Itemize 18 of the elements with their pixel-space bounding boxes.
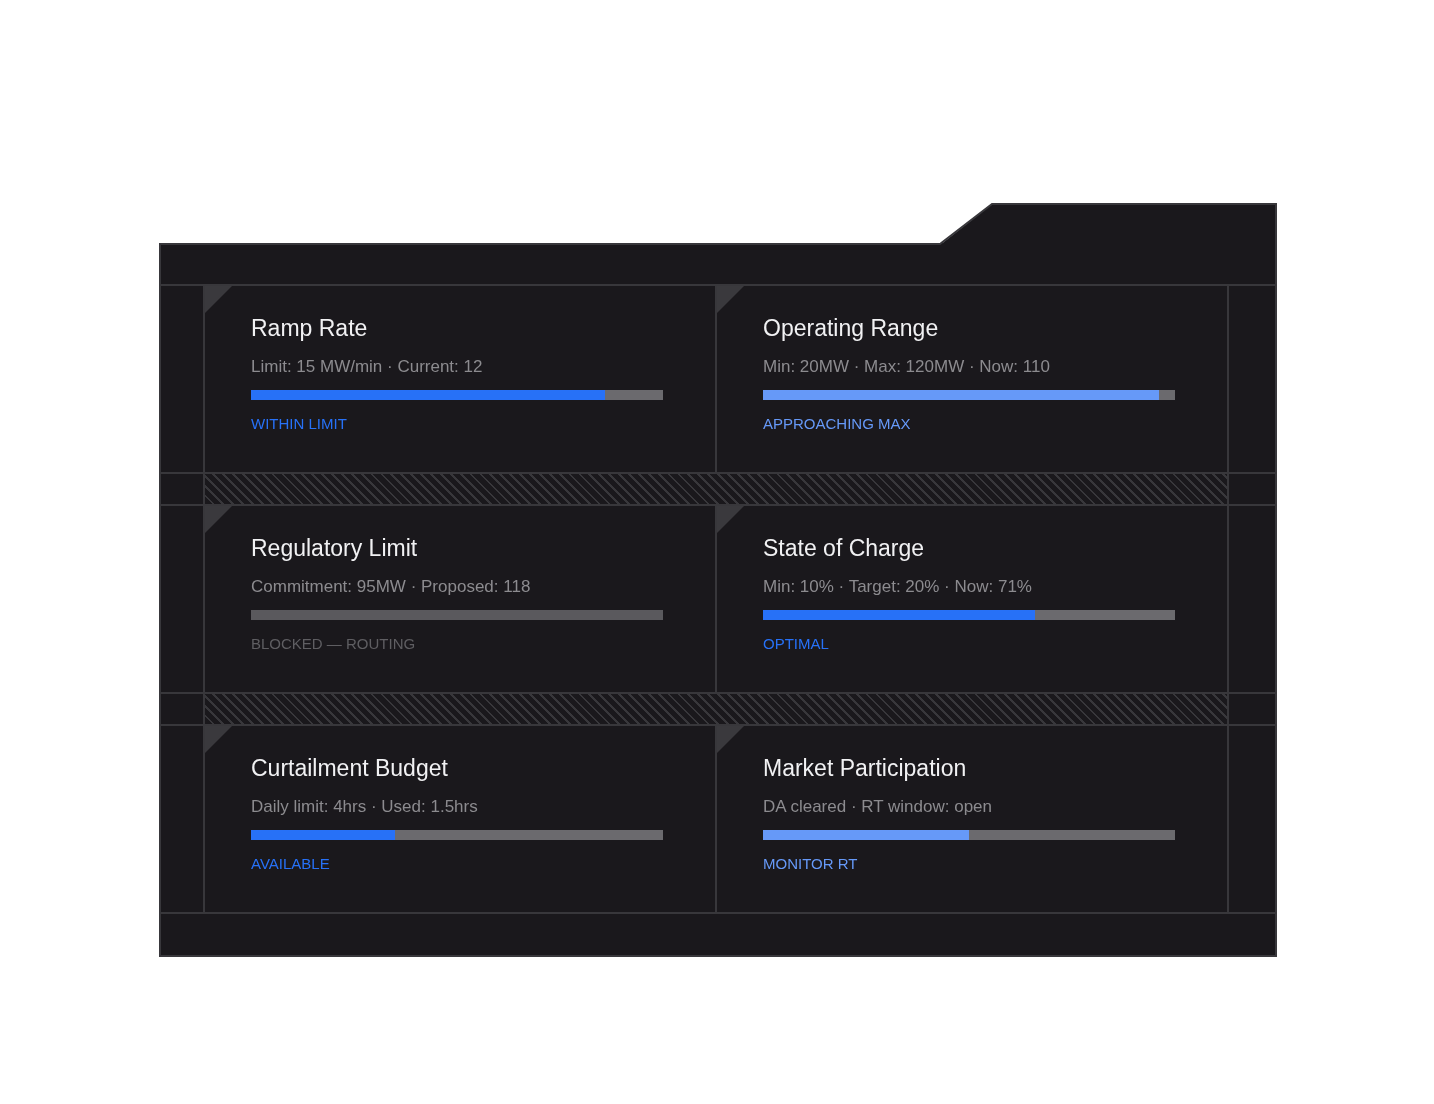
status-label: APPROACHING MAX: [763, 415, 911, 433]
metric-title: Regulatory Limit: [251, 534, 418, 562]
metric-title: Ramp Rate: [251, 314, 368, 342]
metric-title: Curtailment Budget: [251, 754, 448, 782]
metric-detail: Min: 20MW · Max: 120MW · Now: 110: [763, 357, 1050, 377]
status-label: BLOCKED — ROUTING: [251, 635, 416, 653]
metric-detail: Daily limit: 4hrs · Used: 1.5hrs: [251, 797, 478, 817]
metric-detail: DA cleared · RT window: open: [763, 797, 992, 817]
metric-title: Operating Range: [763, 314, 939, 342]
status-label: OPTIMAL: [763, 635, 829, 653]
metric-detail: Min: 10% · Target: 20% · Now: 71%: [763, 577, 1032, 597]
metric-title: Market Participation: [763, 754, 967, 782]
metric-detail: Limit: 15 MW/min · Current: 12: [251, 357, 483, 377]
status-label: WITHIN LIMIT: [251, 415, 347, 433]
metric-title: State of Charge: [763, 534, 925, 562]
metric-detail: Commitment: 95MW · Proposed: 118: [251, 577, 531, 597]
status-label: MONITOR RT: [763, 855, 858, 873]
status-label: AVAILABLE: [251, 855, 330, 873]
